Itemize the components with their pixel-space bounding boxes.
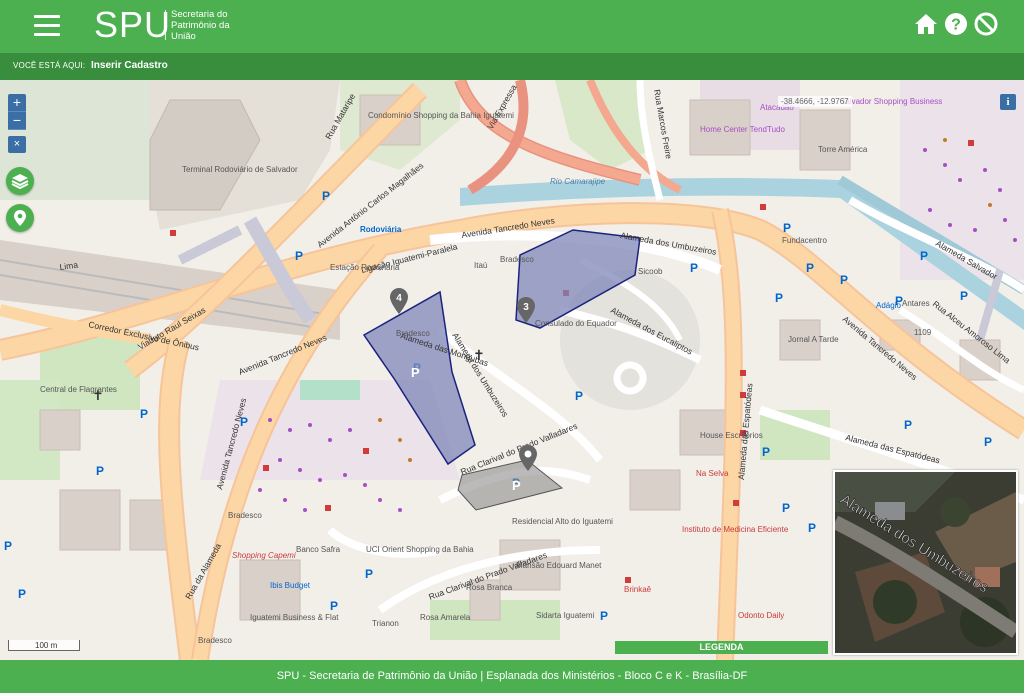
home-icon[interactable] [914,12,938,36]
layers-button[interactable] [6,167,34,195]
map-marker-4[interactable]: 4 [390,288,408,314]
svg-text:P: P [575,389,583,403]
logo-divider [165,10,166,40]
legend-button[interactable]: LEGENDA [615,641,828,654]
svg-text:P: P [322,189,330,203]
svg-text:?: ? [951,17,961,34]
scale-bar: 100 m [8,640,80,651]
svg-text:3: 3 [523,302,529,313]
svg-text:4: 4 [396,293,402,304]
zoom-out-button[interactable]: − [8,112,26,130]
svg-text:P: P [984,435,992,449]
svg-text:P: P [782,501,790,515]
layers-icon [11,174,29,190]
top-bar: SPU Secretaria do Patrimônio da União ? [0,0,1024,53]
svg-text:P: P [330,599,338,613]
coordinates-readout: -38.4666, -12.9767 [778,96,852,107]
svg-text:P: P [895,294,903,308]
svg-text:P: P [365,567,373,581]
svg-text:P: P [960,289,968,303]
svg-text:P: P [806,261,814,275]
zoom-control: + − [8,94,26,130]
breadcrumb-label: VOCÊ ESTÁ AQUI: [13,61,86,70]
svg-text:P: P [775,291,783,305]
breadcrumb: VOCÊ ESTÁ AQUI: Inserir Cadastro [0,53,1024,80]
svg-text:P: P [240,415,248,429]
svg-text:P: P [411,365,420,380]
svg-text:P: P [4,539,12,553]
svg-text:✝: ✝ [473,348,485,364]
map-pin-icon [14,210,26,226]
svg-text:P: P [140,407,148,421]
zoom-in-button[interactable]: + [8,94,26,112]
svg-text:✝: ✝ [92,388,104,404]
footer: SPU - Secretaria de Patrimônio da União … [0,660,1024,693]
clear-button[interactable]: × [8,136,26,153]
svg-text:P: P [690,261,698,275]
satellite-image: Alameda dos Umbuzeiros [835,472,1016,653]
map-marker-3[interactable]: 3 [517,297,535,323]
svg-text:P: P [295,249,303,263]
satellite-minimap[interactable]: Alameda dos Umbuzeiros [833,470,1018,655]
svg-text:P: P [762,445,770,459]
logo-subtitle: Secretaria do Patrimônio da União [171,9,241,42]
header-actions: ? [914,12,998,38]
svg-text:P: P [783,221,791,235]
hamburger-menu-icon[interactable] [34,15,60,37]
logo-subtitle-line: União [171,31,196,42]
svg-text:P: P [18,587,26,601]
help-icon[interactable]: ? [944,12,968,36]
logout-icon[interactable] [974,12,998,36]
svg-text:P: P [96,464,104,478]
svg-text:P: P [808,521,816,535]
spu-logo[interactable]: SPU [94,6,171,44]
svg-text:P: P [600,609,608,623]
svg-text:P: P [512,478,521,493]
info-button[interactable]: i [1000,94,1016,110]
logo-subtitle-line: Patrimônio da [171,20,230,31]
logo-subtitle-line: Secretaria do [171,9,228,20]
breadcrumb-current[interactable]: Inserir Cadastro [91,60,168,71]
location-button[interactable] [6,204,34,232]
svg-text:P: P [904,418,912,432]
svg-text:P: P [840,273,848,287]
map-marker[interactable] [519,445,537,471]
svg-text:P: P [920,249,928,263]
map-view[interactable]: PPPP PPPP PPPP PPPP PPPP PPPP PPP P P ✝ … [0,80,1024,660]
